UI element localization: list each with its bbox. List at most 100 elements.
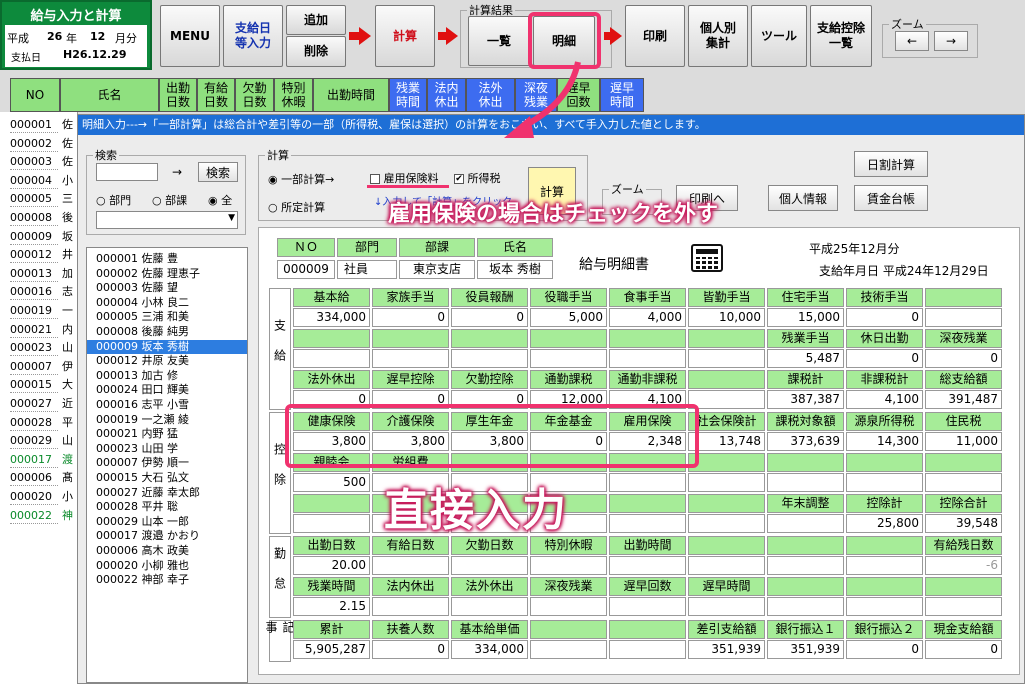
employee-list-item[interactable]: 000017 渡邉 かおり bbox=[87, 529, 247, 543]
employee-list-item[interactable]: 000005 三浦 和美 bbox=[87, 310, 247, 324]
employee-list-item[interactable]: 000009 坂本 秀樹 bbox=[87, 339, 247, 354]
calculator-icon[interactable] bbox=[691, 244, 723, 272]
grid-row[interactable]: 000021 内 bbox=[10, 321, 73, 338]
employee-list-item[interactable]: 000016 志平 小雪 bbox=[87, 398, 247, 412]
deduct-field-value[interactable] bbox=[767, 473, 844, 492]
attend-field-value[interactable] bbox=[372, 556, 449, 575]
employee-list-item[interactable]: 000019 一之瀬 綾 bbox=[87, 413, 247, 427]
record-field-value[interactable]: 0 bbox=[372, 640, 449, 659]
grid-row[interactable]: 000027 近 bbox=[10, 395, 73, 412]
grid-row[interactable]: 000017 渡 bbox=[10, 451, 73, 468]
pay-field-value[interactable]: 4,100 bbox=[846, 390, 923, 409]
employee-list-item[interactable]: 000004 小林 良二 bbox=[87, 296, 247, 310]
add-button[interactable]: 追加 bbox=[286, 5, 346, 35]
grid-row[interactable]: 000005 三 bbox=[10, 190, 73, 208]
deduct-field-value[interactable]: 14,300 bbox=[846, 432, 923, 451]
record-field-value[interactable]: 334,000 bbox=[451, 640, 528, 659]
pay-field-value[interactable]: 387,387 bbox=[767, 390, 844, 409]
pay-field-value[interactable]: 10,000 bbox=[688, 308, 765, 327]
grid-row[interactable]: 000022 神 bbox=[10, 507, 73, 524]
grid-row[interactable]: 000008 後 bbox=[10, 209, 73, 226]
deduct-field-value[interactable] bbox=[767, 514, 844, 533]
employee-list-item[interactable]: 000029 山本 一郎 bbox=[87, 515, 247, 529]
deduct-field-value[interactable]: 373,639 bbox=[767, 432, 844, 451]
grid-row[interactable]: 000001 佐 bbox=[10, 116, 73, 133]
deduct-field-value[interactable] bbox=[293, 514, 370, 533]
employee-list-item[interactable]: 000027 近藤 幸太郎 bbox=[87, 486, 247, 500]
employee-list-item[interactable]: 000003 佐藤 望 bbox=[87, 281, 247, 295]
attend-field-value[interactable] bbox=[846, 556, 923, 575]
deduct-field-value[interactable]: 39,548 bbox=[925, 514, 1002, 533]
pay-field-value[interactable] bbox=[688, 390, 765, 409]
attend-field-value[interactable] bbox=[609, 597, 686, 616]
attend-field-value[interactable] bbox=[451, 597, 528, 616]
grid-row[interactable]: 000019 一 bbox=[10, 302, 73, 319]
grid-row[interactable]: 000004 小 bbox=[10, 172, 73, 189]
attend-field-value[interactable] bbox=[372, 597, 449, 616]
pay-field-value[interactable] bbox=[451, 349, 528, 368]
grid-row[interactable]: 000013 加 bbox=[10, 265, 73, 282]
attend-field-value[interactable] bbox=[688, 597, 765, 616]
search-button[interactable]: 検索 bbox=[198, 162, 238, 182]
tools-button[interactable]: ツール bbox=[751, 5, 807, 67]
grid-row[interactable]: 000006 髙 bbox=[10, 469, 73, 487]
grid-row[interactable]: 000029 山 bbox=[10, 432, 73, 450]
employee-list-item[interactable]: 000001 佐藤 豊 bbox=[87, 252, 247, 266]
deduct-field-value[interactable]: 25,800 bbox=[846, 514, 923, 533]
employee-list-item[interactable]: 000022 神部 幸子 bbox=[87, 573, 247, 587]
pay-field-value[interactable] bbox=[372, 349, 449, 368]
pay-field-value[interactable]: 15,000 bbox=[767, 308, 844, 327]
pay-field-value[interactable]: 0 bbox=[451, 308, 528, 327]
record-field-value[interactable]: 0 bbox=[846, 640, 923, 659]
grid-row[interactable]: 000015 大 bbox=[10, 376, 73, 394]
employee-list-item[interactable]: 000028 平井 聡 bbox=[87, 500, 247, 514]
employee-list-item[interactable]: 000020 小柳 雅也 bbox=[87, 559, 247, 573]
employee-list-item[interactable]: 000013 加古 修 bbox=[87, 369, 247, 383]
radio-fixed-calc[interactable]: ○ 所定計算 bbox=[268, 199, 325, 215]
attend-field-value[interactable]: -6 bbox=[925, 556, 1002, 575]
calc-button[interactable]: 計算 bbox=[375, 5, 435, 67]
menu-button[interactable]: MENU bbox=[160, 5, 220, 67]
pay-field-value[interactable]: 334,000 bbox=[293, 308, 370, 327]
grid-row[interactable]: 000028 平 bbox=[10, 414, 73, 431]
attend-field-value[interactable]: 20.00 bbox=[293, 556, 370, 575]
grid-row[interactable]: 000003 佐 bbox=[10, 153, 73, 171]
zoom-in-button[interactable]: → bbox=[934, 31, 968, 51]
payday-entry-button[interactable]: 支給日 等入力 bbox=[223, 5, 283, 67]
daily-calc-button[interactable]: 日割計算 bbox=[854, 151, 928, 177]
radio-dept[interactable]: ○ 部門 bbox=[96, 192, 131, 208]
pay-field-value[interactable] bbox=[688, 349, 765, 368]
pay-field-value[interactable]: 5,487 bbox=[767, 349, 844, 368]
employee-list-item[interactable]: 000015 大石 弘文 bbox=[87, 471, 247, 485]
attend-field-value[interactable] bbox=[767, 556, 844, 575]
employee-list[interactable]: 000001 佐藤 豊 000002 佐藤 理恵子 000003 佐藤 望 00000… bbox=[86, 247, 248, 683]
grid-row[interactable]: 000002 佐 bbox=[10, 135, 73, 152]
attend-field-value[interactable] bbox=[688, 556, 765, 575]
income-tax-checkbox[interactable]: ✔ 所得税 bbox=[454, 170, 501, 186]
attend-field-value[interactable] bbox=[846, 597, 923, 616]
radio-all[interactable]: ◉ 全 bbox=[208, 192, 232, 208]
pay-field-value[interactable]: 5,000 bbox=[530, 308, 607, 327]
attend-field-value[interactable] bbox=[530, 597, 607, 616]
deduct-field-value[interactable]: 11,000 bbox=[925, 432, 1002, 451]
attend-field-value[interactable] bbox=[767, 597, 844, 616]
radio-partial-calc[interactable]: ◉ 一部計算→ bbox=[268, 171, 334, 187]
record-field-value[interactable]: 351,939 bbox=[688, 640, 765, 659]
pay-field-value[interactable] bbox=[293, 349, 370, 368]
record-field-value[interactable] bbox=[609, 640, 686, 659]
employment-ins-checkbox[interactable]: 雇用保険料 bbox=[370, 170, 439, 186]
search-input[interactable] bbox=[96, 163, 158, 181]
pay-field-value[interactable]: 4,000 bbox=[609, 308, 686, 327]
pay-field-value[interactable]: 391,487 bbox=[925, 390, 1002, 409]
radio-section[interactable]: ○ 部課 bbox=[152, 192, 187, 208]
employee-list-item[interactable]: 000023 山田 学 bbox=[87, 442, 247, 456]
grid-row[interactable]: 000016 志 bbox=[10, 283, 73, 301]
per-person-summary-button[interactable]: 個人別 集計 bbox=[688, 5, 748, 67]
pay-field-value[interactable]: 0 bbox=[925, 349, 1002, 368]
deduct-field-value[interactable] bbox=[688, 514, 765, 533]
pay-field-value[interactable] bbox=[609, 349, 686, 368]
employee-list-item[interactable]: 000024 田口 輝美 bbox=[87, 383, 247, 397]
attend-field-value[interactable] bbox=[530, 556, 607, 575]
grid-row[interactable]: 000023 山 bbox=[10, 339, 73, 357]
attend-field-value[interactable]: 2.15 bbox=[293, 597, 370, 616]
